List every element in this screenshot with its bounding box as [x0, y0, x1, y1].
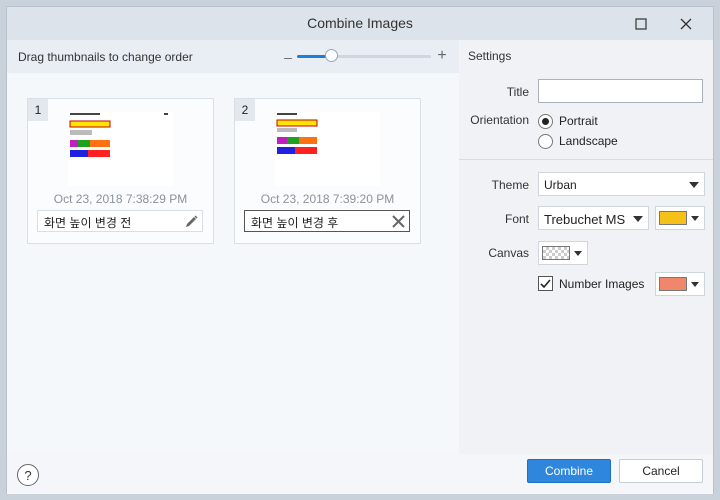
thumbnail-name: 화면 높이 변경 전: [44, 216, 132, 230]
font-value: Trebuchet MS: [544, 212, 626, 227]
thumbnails-header: Drag thumbnails to change order – +: [7, 40, 459, 73]
landscape-radio[interactable]: [538, 134, 553, 149]
chevron-down-icon: [691, 216, 699, 221]
theme-select[interactable]: Urban: [538, 172, 705, 196]
chevron-down-icon: [574, 251, 582, 256]
canvas-label: Canvas: [488, 246, 529, 260]
canvas-transparent-swatch: [542, 246, 570, 260]
thumbnail-date: Oct 23, 2018 7:39:20 PM: [260, 192, 395, 206]
font-select[interactable]: Trebuchet MS: [538, 206, 649, 230]
close-button[interactable]: [674, 12, 698, 36]
theme-value: Urban: [544, 178, 577, 192]
settings-divider: [459, 159, 713, 160]
cancel-button[interactable]: Cancel: [619, 459, 703, 483]
checkmark-icon: [540, 279, 551, 289]
title-input[interactable]: [538, 79, 703, 103]
thumbnails-panel: Drag thumbnails to change order – + 1 Oc…: [7, 40, 459, 454]
thumbnail-date: Oct 23, 2018 7:38:29 PM: [53, 192, 188, 206]
orientation-label: Orientation: [470, 113, 529, 127]
settings-panel: Settings Title Orientation Portrait Land…: [459, 40, 713, 454]
help-button[interactable]: ?: [17, 464, 39, 486]
thumbnail-card[interactable]: 1 Oct 23, 2018 7:38:29 PM 화면 높이 변경 전: [27, 98, 214, 244]
drag-instruction: Drag thumbnails to change order: [18, 50, 193, 64]
landscape-label: Landscape: [559, 134, 618, 148]
number-images-label: Number Images: [559, 277, 645, 291]
maximize-button[interactable]: [629, 12, 653, 36]
chevron-down-icon: [691, 282, 699, 287]
title-label: Title: [506, 85, 529, 99]
thumbnail-preview-image: [275, 112, 380, 186]
combine-images-dialog: Combine Images Drag thumbnails to change…: [6, 6, 714, 494]
thumbnail-card[interactable]: 2 Oct 23, 2018 7:39:20 PM 화면 높이 변경 후: [234, 98, 421, 244]
portrait-radio[interactable]: [538, 114, 553, 129]
zoom-out-button[interactable]: –: [282, 49, 294, 65]
close-icon: [680, 18, 692, 30]
thumbnail-preview-image: [68, 112, 173, 186]
dialog-footer: ? Combine Cancel: [7, 454, 713, 494]
font-color-swatch: [659, 211, 687, 225]
thumbnail-name-field[interactable]: 화면 높이 변경 전: [37, 210, 203, 232]
pencil-icon[interactable]: [184, 214, 199, 229]
portrait-label: Portrait: [559, 114, 598, 128]
theme-label: Theme: [491, 178, 529, 192]
combine-button[interactable]: Combine: [527, 459, 611, 483]
thumbnail-number: 2: [235, 99, 255, 121]
zoom-in-button[interactable]: +: [435, 47, 449, 65]
font-label: Font: [504, 212, 529, 226]
thumbnail-name: 화면 높이 변경 후: [251, 216, 339, 230]
zoom-slider-thumb[interactable]: [324, 49, 338, 62]
thumbnail-name-field[interactable]: 화면 높이 변경 후: [244, 210, 410, 232]
clear-icon[interactable]: [391, 214, 406, 229]
number-color-picker[interactable]: [655, 272, 705, 296]
font-color-picker[interactable]: [655, 206, 705, 230]
thumbnail-number: 1: [28, 99, 48, 121]
number-images-checkbox[interactable]: [538, 276, 553, 291]
canvas-color-picker[interactable]: [538, 241, 588, 265]
maximize-icon: [635, 18, 647, 30]
settings-heading: Settings: [468, 49, 512, 63]
zoom-slider-track[interactable]: [297, 55, 431, 58]
number-color-swatch: [659, 277, 687, 291]
dialog-title: Combine Images: [307, 15, 413, 31]
chevron-down-icon: [689, 182, 699, 188]
title-bar: Combine Images: [7, 7, 713, 40]
chevron-down-icon: [633, 216, 643, 222]
